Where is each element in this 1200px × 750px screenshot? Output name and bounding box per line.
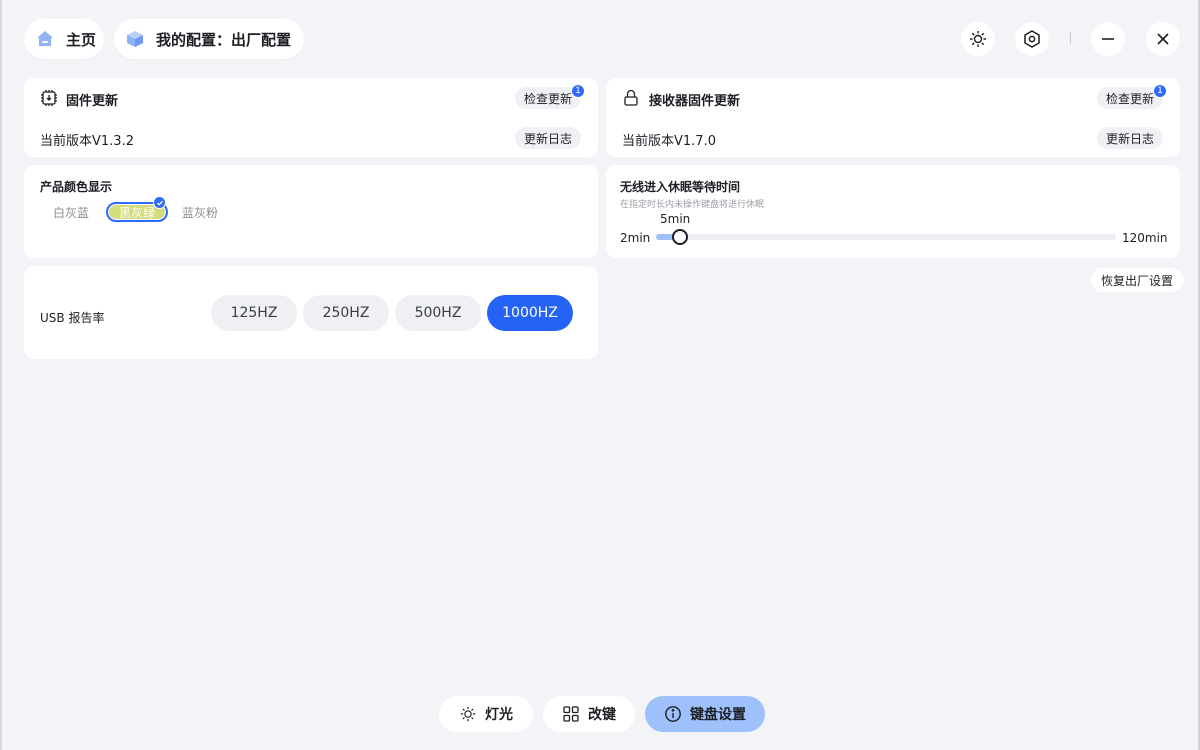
tab-lighting-label: 灯光 [485, 707, 513, 723]
usb-title: USB 报告率 [40, 311, 105, 325]
sleep-title: 无线进入休眠等待时间 [620, 180, 741, 194]
selected-check-icon [153, 196, 166, 209]
lock-icon [623, 89, 639, 111]
sleep-slider-track[interactable] [656, 229, 1116, 245]
sleep-min-label: 2min [620, 231, 651, 245]
sleep-current-value: 5min [660, 212, 691, 226]
app-window: 主页 我的配置：出厂配置 固件更新 检查更新 1 当前版本V1.3.2 更新日志… [0, 0, 1200, 750]
home-icon [34, 28, 56, 50]
home-tab[interactable]: 主页 [24, 19, 104, 59]
config-tab[interactable]: 我的配置：出厂配置 [114, 19, 304, 59]
close-button[interactable] [1146, 22, 1180, 56]
minimize-icon [1102, 38, 1114, 40]
firmware-changelog-button[interactable]: 更新日志 [515, 127, 582, 149]
config-label: 我的配置：出厂配置 [156, 30, 292, 49]
product-color-title: 产品颜色显示 [40, 180, 113, 194]
firmware-card: 固件更新 检查更新 1 当前版本V1.3.2 更新日志 [24, 78, 598, 157]
chip-icon [40, 89, 58, 111]
sleep-card: 无线进入休眠等待时间 在指定时长内未操作键盘将进行休眠 5min 2min 12… [606, 165, 1180, 258]
receiver-changelog-button[interactable]: 更新日志 [1097, 127, 1164, 149]
tab-remap-label: 改键 [588, 707, 616, 723]
sun-icon [970, 31, 986, 47]
firmware-title: 固件更新 [66, 94, 119, 109]
sleep-slider-thumb[interactable] [671, 229, 688, 245]
tab-remap[interactable]: 改键 [543, 696, 635, 732]
sun-icon [459, 705, 477, 723]
color-option-white-gray-blue[interactable]: 白灰蓝 [42, 202, 100, 222]
home-label: 主页 [66, 30, 97, 49]
restore-factory-button[interactable]: 恢复出厂设置 [1091, 268, 1184, 292]
brightness-button[interactable] [961, 22, 995, 56]
tab-lighting[interactable]: 灯光 [439, 696, 533, 732]
info-icon [664, 705, 682, 723]
sleep-max-label: 120min [1122, 231, 1168, 245]
rate-125-button[interactable]: 125HZ [211, 295, 297, 331]
firmware-update-badge: 1 [571, 84, 585, 98]
rate-250-button[interactable]: 250HZ [303, 295, 389, 331]
rate-500-button[interactable]: 500HZ [395, 295, 481, 331]
grid-icon [562, 705, 580, 723]
tab-keyboard-settings[interactable]: 键盘设置 [645, 696, 765, 732]
sleep-subtitle: 在指定时长内未操作键盘将进行休眠 [620, 200, 765, 210]
minimize-button[interactable] [1091, 22, 1125, 56]
rate-1000-button[interactable]: 1000HZ [487, 295, 573, 331]
color-option-blue-gray-pink[interactable]: 蓝灰粉 [171, 202, 229, 222]
receiver-version: 当前版本V1.7.0 [622, 134, 716, 149]
toolbar-divider [1070, 32, 1071, 44]
receiver-card: 接收器固件更新 检查更新 1 当前版本V1.7.0 更新日志 [606, 78, 1180, 157]
tab-keyboard-settings-label: 键盘设置 [690, 707, 746, 723]
close-icon [1157, 33, 1169, 45]
firmware-version: 当前版本V1.3.2 [40, 134, 134, 149]
hexagon-gear-icon [1024, 30, 1040, 48]
receiver-title: 接收器固件更新 [649, 94, 741, 109]
cube-icon [124, 28, 146, 50]
receiver-update-badge: 1 [1153, 84, 1167, 98]
settings-button[interactable] [1015, 22, 1049, 56]
